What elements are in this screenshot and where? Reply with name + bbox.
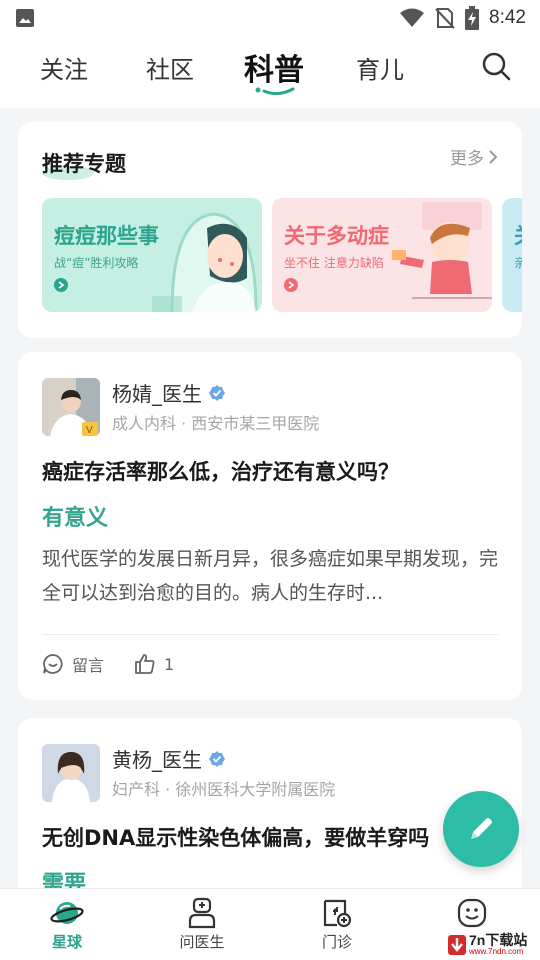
post-answer: 需要: [42, 872, 87, 888]
avatar[interactable]: V: [42, 378, 100, 436]
wifi-icon: [400, 8, 425, 27]
author-name[interactable]: 杨婧_医生: [112, 378, 202, 407]
nav-clinic[interactable]: 门诊: [297, 897, 377, 952]
comment-label: 留言: [72, 656, 105, 675]
doctor-icon: [188, 897, 216, 929]
post-title[interactable]: 癌症存活率那么低，治疗还有意义吗？: [42, 456, 399, 486]
status-bar: 8:42: [0, 0, 540, 36]
arrow-right-icon: [284, 278, 298, 292]
tile-subtitle: 亲: [514, 256, 522, 270]
write-post-button[interactable]: [443, 791, 519, 867]
divider: [42, 634, 498, 635]
topic-tile-acne[interactable]: 痘痘那些事 战“痘”胜利攻略: [42, 198, 262, 312]
search-icon[interactable]: [480, 50, 512, 82]
author-line: 杨婧_医生: [112, 378, 226, 407]
download-site-watermark: 7n下载站 www.7ndn.com: [448, 929, 540, 960]
thumbs-up-icon: [135, 654, 155, 674]
post-excerpt: 现代医学的发展日新月异，很多癌症如果早期发现，完全可以达到治愈的目的。病人的生存…: [42, 548, 499, 604]
topic-tile-adhd[interactable]: 关于多动症 坐不住 注意力缺陷: [272, 198, 492, 312]
status-left: [14, 7, 399, 29]
tile-title: 关于多动症: [284, 224, 389, 248]
image-notification-icon: [16, 9, 34, 27]
nav-ask-doctor[interactable]: 问医生: [162, 897, 242, 952]
tile-subtitle: 坐不住 注意力缺陷: [284, 256, 384, 270]
watermark-url: www.7ndn.com: [469, 947, 524, 956]
nav-me[interactable]: [432, 897, 512, 931]
verified-icon: [209, 384, 225, 401]
tab-science[interactable]: 科普: [244, 45, 304, 89]
no-sim-icon: [435, 8, 455, 29]
smiley-face-icon: [457, 898, 487, 928]
author-name[interactable]: 黄杨_医生: [112, 744, 202, 773]
like-count: 1: [164, 654, 175, 674]
nav-planet[interactable]: 星球: [27, 897, 107, 952]
verified-icon: [209, 750, 225, 767]
nav-label: 问医生: [179, 933, 225, 951]
arrow-right-icon: [54, 278, 68, 292]
topics-title: 推荐专题: [42, 152, 126, 176]
pencil-icon: [471, 818, 492, 839]
battery-charging-icon: [465, 6, 480, 30]
more-topics-link[interactable]: 更多: [450, 144, 498, 169]
tab-community[interactable]: 社区: [146, 50, 194, 85]
active-tab-indicator: [255, 87, 295, 96]
tile-title: 痘痘那些事: [54, 224, 159, 248]
tile-title: 关: [514, 220, 522, 250]
watermark-text: 7n下载站: [469, 932, 528, 948]
more-label: 更多: [450, 149, 484, 169]
post-card[interactable]: V 杨婧_医生 成人内科 · 西安市某三甲医院 癌症存活率那么低，治疗还有意义吗…: [18, 352, 522, 700]
author-line: 黄杨_医生: [112, 744, 226, 773]
nav-label: 星球: [51, 933, 82, 951]
chevron-right-icon: [489, 149, 498, 164]
comment-button[interactable]: 留言: [42, 652, 104, 676]
post-actions: 留言 1: [42, 652, 174, 676]
topic-tile-partial[interactable]: 关 亲: [502, 198, 522, 312]
post-answer: 有意义: [42, 506, 109, 531]
planet-icon: [50, 902, 84, 924]
status-time: 8:42: [489, 7, 526, 28]
author-meta: 成人内科 · 西安市某三甲医院: [112, 414, 320, 433]
status-right: 8:42: [399, 6, 526, 30]
post-card[interactable]: 黄杨_医生 妇产科 · 徐州医科大学附属医院 无创DNA显示性染色体偏高，要做羊…: [18, 718, 522, 888]
post-title[interactable]: 无创DNA显示性染色体偏高，要做羊穿吗: [42, 822, 429, 852]
tile-subtitle: 战“痘”胜利攻略: [54, 256, 139, 270]
comment-icon: [43, 654, 63, 674]
svg-text:V: V: [86, 425, 93, 436]
avatar[interactable]: [42, 744, 100, 802]
tab-parenting[interactable]: 育儿: [356, 50, 404, 85]
clinic-icon: [323, 899, 352, 928]
download-arrow-icon: [448, 934, 466, 955]
tab-follow[interactable]: 关注: [40, 50, 88, 85]
feed[interactable]: 推荐专题 更多 痘痘那些事 战“痘”胜利攻略 关于多动症 坐不住 注意力缺陷 亲…: [0, 108, 540, 888]
recommended-topics-card: 推荐专题 更多 痘痘那些事 战“痘”胜利攻略 关于多动症 坐不住 注意力缺陷 亲: [18, 122, 522, 338]
like-button[interactable]: 1: [134, 653, 174, 675]
author-meta: 妇产科 · 徐州医科大学附属医院: [112, 780, 336, 799]
nav-label: 门诊: [321, 933, 352, 951]
